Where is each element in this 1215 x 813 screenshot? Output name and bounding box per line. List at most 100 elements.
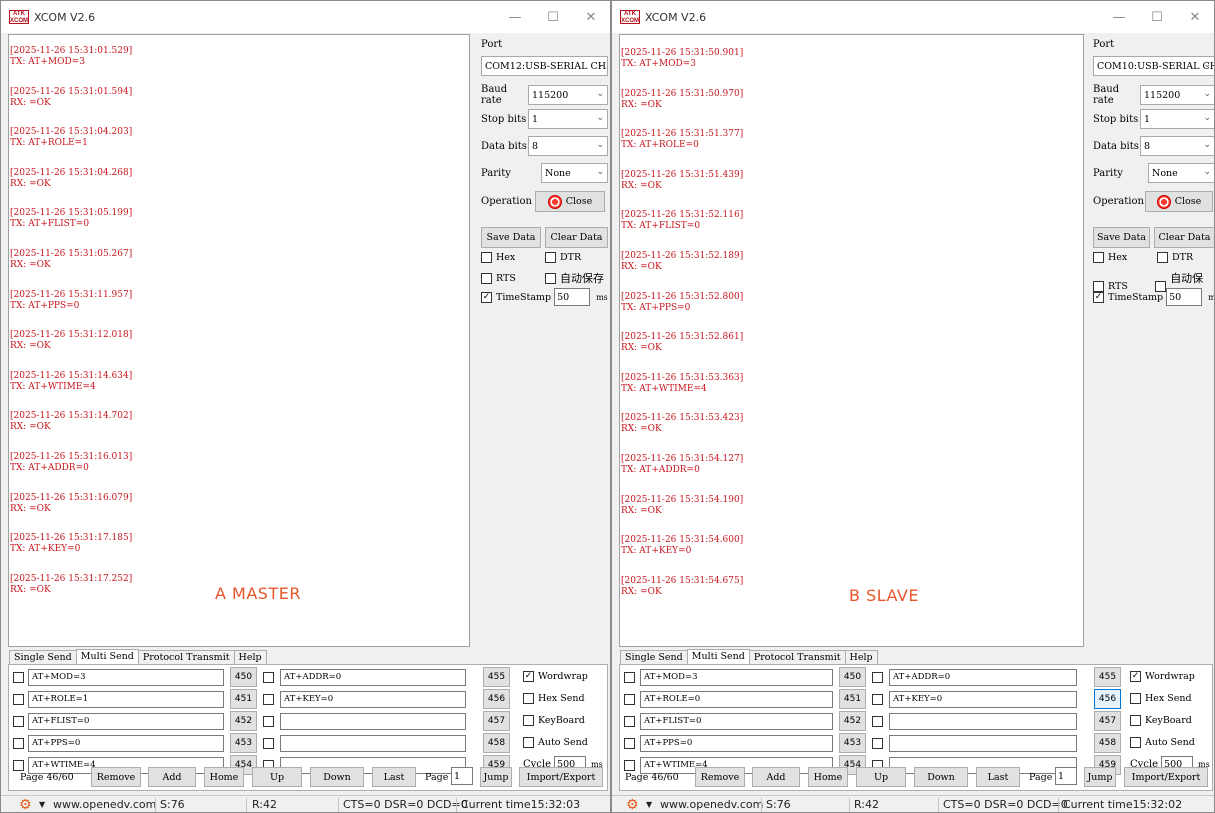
multi-send-input[interactable]: AT+FLIST=0 xyxy=(640,712,833,730)
port-select[interactable]: COM10:USB-SERIAL CH34⌄ xyxy=(1093,56,1214,76)
close-icon[interactable]: ✕ xyxy=(572,1,610,33)
row-checkbox[interactable] xyxy=(13,759,24,771)
rts-checkbox[interactable]: RTS xyxy=(481,272,545,284)
multi-send-button[interactable]: 455 xyxy=(1094,667,1121,687)
parity-select[interactable]: None ⌄ xyxy=(541,163,608,183)
down-button[interactable]: Down xyxy=(310,767,364,787)
title-bar[interactable]: ATK XCOM XCOM V2.6 — ☐ ✕ xyxy=(1,1,610,33)
multi-send-button[interactable]: 456 xyxy=(1094,689,1121,709)
multi-send-input[interactable]: AT+FLIST=0 xyxy=(28,712,224,730)
dtr-checkbox[interactable]: DTR xyxy=(545,252,581,263)
gear-icon[interactable]: ⚙ xyxy=(626,797,639,812)
dtr-checkbox[interactable]: DTR xyxy=(1157,252,1193,263)
page-input[interactable]: 1 xyxy=(1055,767,1077,785)
multi-send-button[interactable]: 451 xyxy=(230,689,257,709)
last-button[interactable]: Last xyxy=(372,767,416,787)
title-bar[interactable]: ATK XCOM XCOM V2.6 — ☐ ✕ xyxy=(612,1,1214,33)
home-button[interactable]: Home xyxy=(808,767,848,787)
receive-area[interactable]: [2025-11-26 15:31:01.529] TX: AT+MOD=3 [2… xyxy=(8,34,470,647)
tab-single-send[interactable]: Single Send xyxy=(620,650,688,665)
hex-display-checkbox[interactable]: Hex xyxy=(1093,252,1157,263)
multi-send-input[interactable]: AT+MOD=3 xyxy=(28,668,224,686)
multi-send-input[interactable] xyxy=(889,734,1077,752)
gear-icon[interactable]: ⚙ xyxy=(19,797,32,812)
wordwrap-checkbox[interactable]: ✓ Wordwrap xyxy=(1130,671,1195,682)
multi-send-button[interactable]: 456 xyxy=(483,689,510,709)
down-button[interactable]: Down xyxy=(914,767,968,787)
multi-send-input[interactable]: AT+ADDR=0 xyxy=(280,668,466,686)
multi-send-button[interactable]: 452 xyxy=(839,711,866,731)
stop-bits-select[interactable]: 1 ⌄ xyxy=(528,109,608,129)
tab-protocol-transmit[interactable]: Protocol Transmit xyxy=(748,650,846,665)
minimize-icon[interactable]: — xyxy=(1100,1,1138,33)
multi-send-button[interactable]: 457 xyxy=(1094,711,1121,731)
maximize-icon[interactable]: ☐ xyxy=(1138,1,1176,33)
timestamp-input[interactable]: 50 xyxy=(554,288,591,306)
row-checkbox[interactable] xyxy=(263,693,274,705)
receive-area[interactable]: [2025-11-26 15:31:50.901] TX: AT+MOD=3 [2… xyxy=(619,34,1084,647)
row-checkbox[interactable] xyxy=(13,715,24,727)
multi-send-button[interactable]: 450 xyxy=(230,667,257,687)
parity-select[interactable]: None ⌄ xyxy=(1148,163,1214,183)
timestamp-checkbox[interactable]: ✓ TimeStamp xyxy=(481,291,551,303)
keyboard-checkbox[interactable]: KeyBoard xyxy=(1130,715,1192,726)
add-button[interactable]: Add xyxy=(752,767,800,787)
row-checkbox[interactable] xyxy=(624,759,635,771)
multi-send-button[interactable]: 458 xyxy=(483,733,510,753)
multi-send-button[interactable]: 451 xyxy=(839,689,866,709)
dropdown-arrow-icon[interactable]: ▼ xyxy=(39,800,45,809)
close-port-button[interactable]: Close xyxy=(535,191,605,212)
import-export-button[interactable]: Import/Export xyxy=(519,767,603,787)
maximize-icon[interactable]: ☐ xyxy=(534,1,572,33)
row-checkbox[interactable] xyxy=(872,693,883,705)
hex-send-checkbox[interactable]: Hex Send xyxy=(1130,693,1192,704)
multi-send-button[interactable]: 457 xyxy=(483,711,510,731)
stop-bits-select[interactable]: 1 ⌄ xyxy=(1140,109,1214,129)
row-checkbox[interactable] xyxy=(13,737,24,749)
up-button[interactable]: Up xyxy=(252,767,302,787)
tab-single-send[interactable]: Single Send xyxy=(9,650,77,665)
minimize-icon[interactable]: — xyxy=(496,1,534,33)
row-checkbox[interactable] xyxy=(263,715,274,727)
auto-send-checkbox[interactable]: Auto Send xyxy=(523,737,588,748)
dropdown-arrow-icon[interactable]: ▼ xyxy=(646,800,652,809)
multi-send-button[interactable]: 453 xyxy=(839,733,866,753)
row-checkbox[interactable] xyxy=(872,671,883,683)
multi-send-input[interactable]: AT+PPS=0 xyxy=(640,734,833,752)
multi-send-input[interactable]: AT+PPS=0 xyxy=(28,734,224,752)
row-checkbox[interactable] xyxy=(624,693,635,705)
multi-send-input[interactable]: AT+ADDR=0 xyxy=(889,668,1077,686)
row-checkbox[interactable] xyxy=(624,737,635,749)
row-checkbox[interactable] xyxy=(872,737,883,749)
multi-send-input[interactable]: AT+ROLE=1 xyxy=(28,690,224,708)
last-button[interactable]: Last xyxy=(976,767,1020,787)
remove-button[interactable]: Remove xyxy=(695,767,745,787)
up-button[interactable]: Up xyxy=(856,767,906,787)
row-checkbox[interactable] xyxy=(624,715,635,727)
hex-display-checkbox[interactable]: Hex xyxy=(481,252,545,263)
timestamp-input[interactable]: 50 xyxy=(1166,288,1203,306)
data-bits-select[interactable]: 8 ⌄ xyxy=(1140,136,1214,156)
row-checkbox[interactable] xyxy=(263,737,274,749)
import-export-button[interactable]: Import/Export xyxy=(1124,767,1208,787)
remove-button[interactable]: Remove xyxy=(91,767,141,787)
multi-send-button[interactable]: 458 xyxy=(1094,733,1121,753)
tab-protocol-transmit[interactable]: Protocol Transmit xyxy=(137,650,235,665)
multi-send-button[interactable]: 452 xyxy=(230,711,257,731)
keyboard-checkbox[interactable]: KeyBoard xyxy=(523,715,585,726)
close-icon[interactable]: ✕ xyxy=(1176,1,1214,33)
clear-data-button[interactable]: Clear Data xyxy=(545,227,608,248)
close-port-button[interactable]: Close xyxy=(1145,191,1213,212)
multi-send-button[interactable]: 455 xyxy=(483,667,510,687)
clear-data-button[interactable]: Clear Data xyxy=(1154,227,1214,248)
multi-send-input[interactable] xyxy=(889,712,1077,730)
wordwrap-checkbox[interactable]: ✓ Wordwrap xyxy=(523,671,588,682)
tab-help[interactable]: Help xyxy=(233,650,267,665)
multi-send-input[interactable]: AT+ROLE=0 xyxy=(640,690,833,708)
save-data-button[interactable]: Save Data xyxy=(481,227,541,248)
hex-send-checkbox[interactable]: Hex Send xyxy=(523,693,585,704)
save-data-button[interactable]: Save Data xyxy=(1093,227,1150,248)
multi-send-input[interactable] xyxy=(280,712,466,730)
auto-save-checkbox[interactable]: 自动保存 xyxy=(545,270,604,286)
port-select[interactable]: COM12:USB-SERIAL CH34 ⌄ xyxy=(481,56,608,76)
